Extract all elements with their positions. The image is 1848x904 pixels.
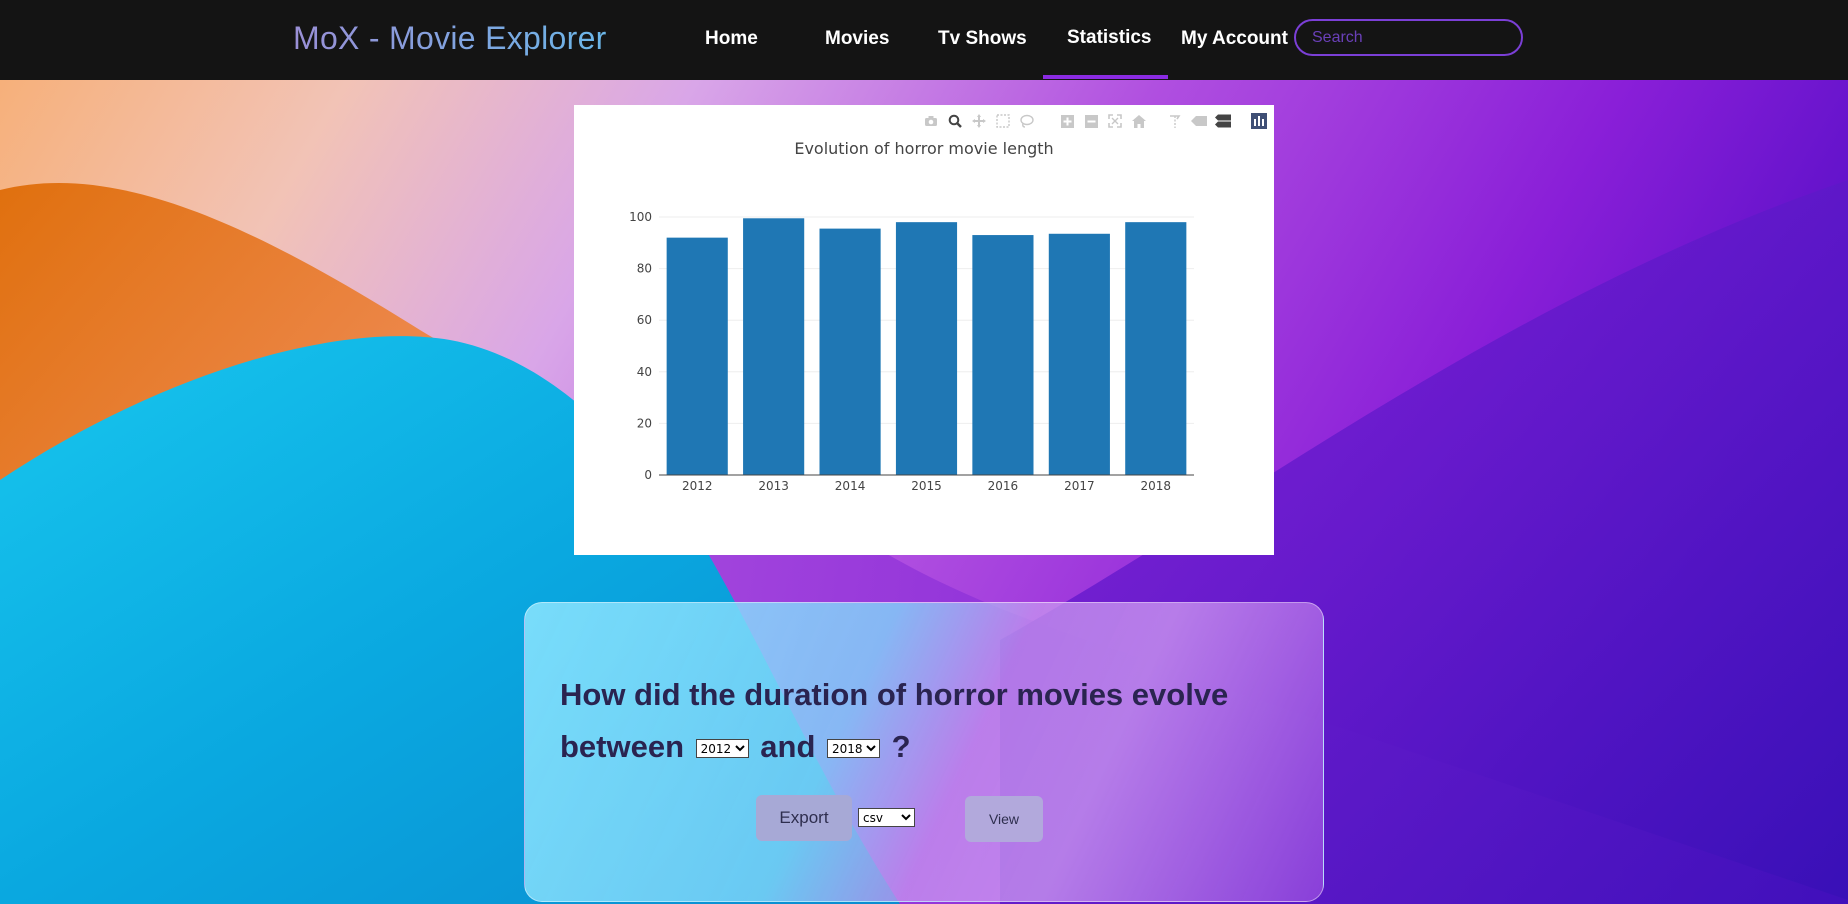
y-tick-label: 20 xyxy=(637,416,652,430)
chart-modebar xyxy=(922,111,1268,131)
x-tick-labels: 2012 2013 2014 2015 2016 2017 2018 xyxy=(682,479,1171,493)
plotly-logo-icon[interactable] xyxy=(1250,112,1268,130)
x-tick-label: 2012 xyxy=(682,479,713,493)
nav-statistics[interactable]: Statistics xyxy=(1067,27,1151,49)
nav-tv-shows[interactable]: Tv Shows xyxy=(938,28,1027,50)
x-tick-label: 2014 xyxy=(835,479,866,493)
bar-2012[interactable] xyxy=(666,237,728,475)
nav-home[interactable]: Home xyxy=(705,28,758,50)
export-button[interactable]: Export xyxy=(756,795,852,841)
x-tick-label: 2017 xyxy=(1064,479,1095,493)
x-tick-label: 2015 xyxy=(911,479,942,493)
bar-2015[interactable] xyxy=(895,222,958,475)
question-card: How did the duration of horror movies ev… xyxy=(524,602,1324,902)
chart-title: Evolution of horror movie length xyxy=(794,139,1053,158)
pan-icon[interactable] xyxy=(970,112,988,130)
question-middle: and xyxy=(760,729,816,764)
view-button[interactable]: View xyxy=(965,796,1043,842)
zoom-icon[interactable] xyxy=(946,112,964,130)
bar-2013[interactable] xyxy=(743,218,805,475)
bar-chart[interactable]: Evolution of horror movie length 0 20 40 60… xyxy=(574,105,1274,555)
brand-logo[interactable]: MoX - Movie Explorer xyxy=(293,20,607,57)
camera-icon[interactable] xyxy=(922,112,940,130)
start-year-select[interactable]: 2012 xyxy=(695,739,749,759)
lasso-select-icon[interactable] xyxy=(1018,112,1036,130)
y-tick-label: 80 xyxy=(637,262,652,276)
y-tick-labels: 0 20 40 60 80 100 xyxy=(629,210,652,482)
y-tick-label: 40 xyxy=(637,365,652,379)
spike-lines-icon[interactable] xyxy=(1166,112,1184,130)
x-tick-label: 2013 xyxy=(758,479,789,493)
chart-card: Evolution of horror movie length 0 20 40 60… xyxy=(574,105,1274,555)
hover-closest-icon[interactable] xyxy=(1190,112,1208,130)
y-tick-label: 100 xyxy=(629,210,652,224)
bar-2017[interactable] xyxy=(1048,233,1110,475)
format-select[interactable]: csv xyxy=(858,808,915,827)
autoscale-icon[interactable] xyxy=(1106,112,1124,130)
x-tick-label: 2018 xyxy=(1141,479,1172,493)
nav-active-indicator xyxy=(1043,75,1168,79)
top-navbar: MoX - Movie Explorer Home Movies Tv Show… xyxy=(0,0,1848,80)
end-year-select[interactable]: 2018 xyxy=(827,739,881,759)
zoom-in-icon[interactable] xyxy=(1058,112,1076,130)
nav-movies[interactable]: Movies xyxy=(825,28,889,50)
box-select-icon[interactable] xyxy=(994,112,1012,130)
reset-axes-icon[interactable] xyxy=(1130,112,1148,130)
question-end: ? xyxy=(891,729,911,764)
search-input[interactable] xyxy=(1294,19,1523,56)
bar-2014[interactable] xyxy=(819,228,881,475)
hover-compare-icon[interactable] xyxy=(1214,112,1232,130)
question-text: How did the duration of horror movies ev… xyxy=(560,669,1260,773)
bar-2018[interactable] xyxy=(1125,222,1187,475)
bar-2016[interactable] xyxy=(972,235,1034,475)
zoom-out-icon[interactable] xyxy=(1082,112,1100,130)
bars-group xyxy=(666,218,1187,475)
y-tick-label: 0 xyxy=(644,468,652,482)
x-tick-label: 2016 xyxy=(988,479,1019,493)
y-tick-label: 60 xyxy=(637,313,652,327)
nav-my-account[interactable]: My Account xyxy=(1181,28,1288,50)
